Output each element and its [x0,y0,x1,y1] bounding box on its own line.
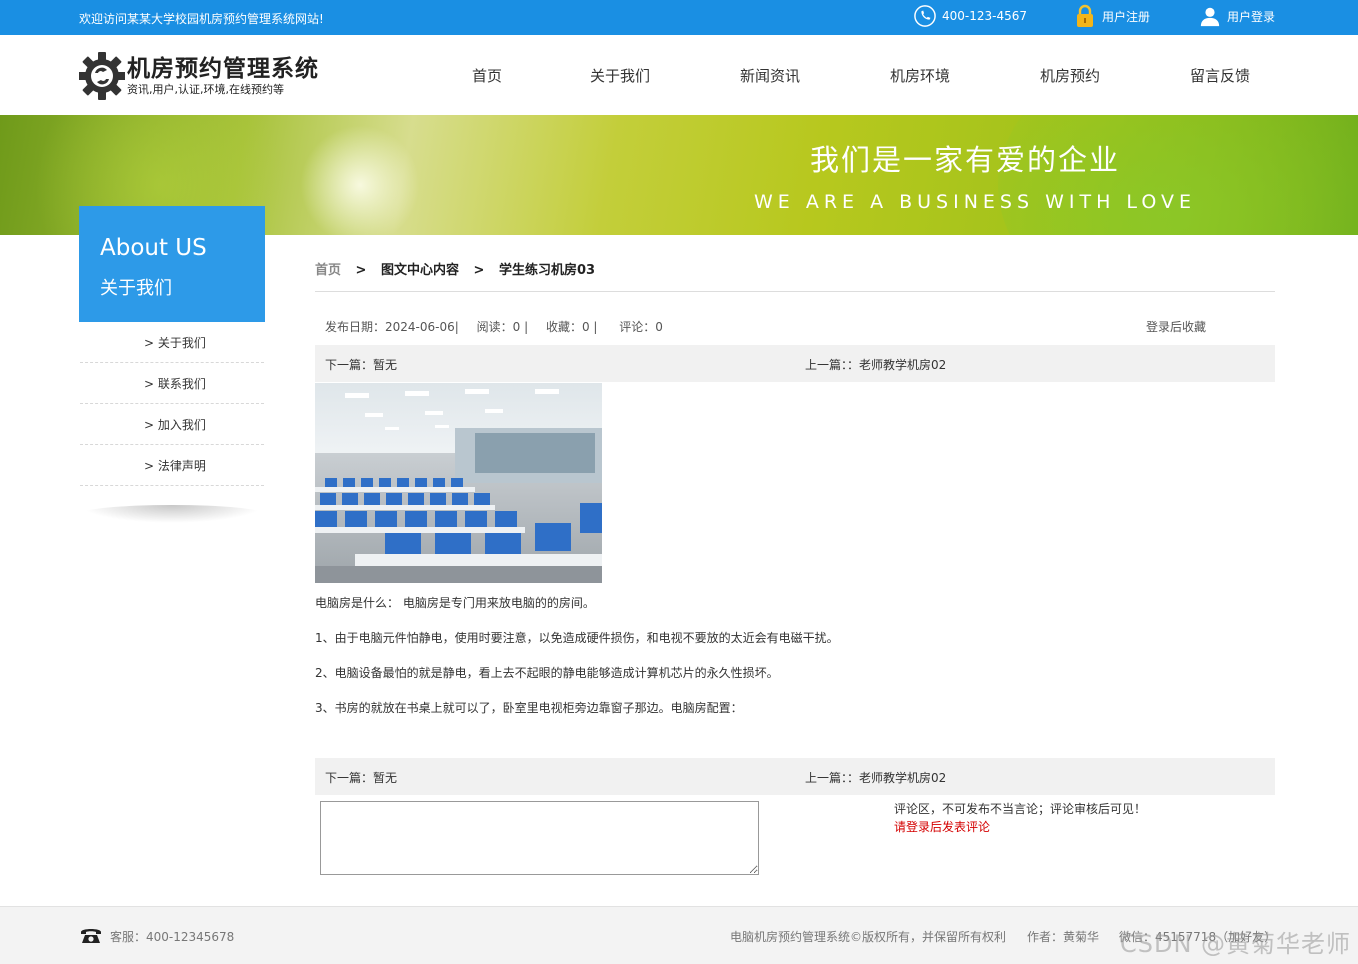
prev-article-link[interactable]: 上一篇：：老师教学机房02 [805,769,946,786]
breadcrumb-separator: > [473,263,485,278]
breadcrumb-current: 学生练习机房03 [498,263,596,278]
article-paragraph: 3、书房的就放在书桌上就可以了，卧室里电视柜旁边靠窗子那边。电脑房配置： [315,701,743,715]
gear-logo-icon [78,51,126,101]
copyright-text: 电脑机房预约管理系统©版权所有，并保留所有权利 [730,930,1007,944]
sidebar-shadow [80,505,264,523]
nav-news[interactable]: 新闻资讯 [740,65,800,86]
phone-number: 400-123-4567 [942,9,1028,23]
nav-home[interactable]: 首页 [472,65,502,86]
nav-reservation[interactable]: 机房预约 [1040,65,1100,86]
comment-count: 评论：0 [619,320,663,334]
sidebar-menu: > 关于我们 > 联系我们 > 加入我们 > 法律声明 [80,322,264,486]
article-pager-top: 下一篇：暂无 上一篇：：老师教学机房02 [315,345,1275,382]
article-paragraph: 2、电脑设备最怕的就是静电，看上去不起眼的静电能够造成计算机芯片的永久性损坏。 [315,666,779,680]
sidebar-title-cn: 关于我们 [100,278,172,299]
banner-slogan-en: WE ARE A BUSINESS WITH LOVE [754,191,1196,213]
register-link[interactable]: 用户注册 [1074,4,1150,27]
article-paragraph: 1、由于电脑元件怕静电，使用时要注意，以免造成硬件损伤，和电视不要放的太近会有电… [315,631,839,645]
view-count: 阅读：0 | [476,320,529,334]
site-logo[interactable]: 机房预约管理系统 资讯,用户,认证,环境,在线预约等 [78,51,319,101]
phone-contact: 400-123-4567 [914,5,1027,27]
article-paragraph: 电脑房是什么： 电脑房是专门用来放电脑的的房间。 [315,596,595,610]
article-image [315,383,602,583]
favorite-count: 收藏：0 | [545,320,598,334]
sidebar-item-join[interactable]: > 加入我们 [80,404,264,445]
breadcrumb-home[interactable]: 首页 [315,263,341,278]
nav-environment[interactable]: 机房环境 [890,65,950,86]
sidebar-header: About US 关于我们 [79,206,265,322]
nav-about[interactable]: 关于我们 [590,65,650,86]
csdn-watermark: CSDN @黄菊华老师 [1120,930,1352,958]
login-label[interactable]: 用户登录 [1227,8,1275,25]
next-article-link[interactable]: 下一篇：暂无 [325,769,397,786]
article-meta: 发布日期：2024-06-06| 阅读：0 | 收藏：0 | 评论：0 [325,318,667,335]
next-article-link[interactable]: 下一篇：暂无 [325,356,397,373]
site-subtitle: 资讯,用户,认证,环境,在线预约等 [127,83,284,96]
phone-icon [914,5,936,27]
customer-service: 客服：400-12345678 [80,926,234,947]
user-icon [1199,5,1221,27]
article-pager-bottom: 下一篇：暂无 上一篇：：老师教学机房02 [315,758,1275,795]
telephone-icon [80,926,102,947]
top-bar: 欢迎访问某某大学校园机房预约管理系统网站! 400-123-4567 用户注册 … [0,0,1358,35]
sidebar-item-contact[interactable]: > 联系我们 [80,363,264,404]
register-label[interactable]: 用户注册 [1102,8,1150,25]
banner-slogan-cn: 我们是一家有爱的企业 [810,143,1121,177]
prev-article-link[interactable]: 上一篇：：老师教学机房02 [805,356,946,373]
author-text: 作者：黄菊华 [1027,930,1100,944]
banner-light [300,125,420,235]
comment-login-link[interactable]: 请登录后发表评论 [894,818,990,835]
breadcrumb-category[interactable]: 图文中心内容 [381,263,459,278]
breadcrumb: 首页 > 图文中心内容 > 学生练习机房03 [315,259,595,278]
welcome-text: 欢迎访问某某大学校园机房预约管理系统网站! [79,12,324,26]
comment-input[interactable] [320,801,759,875]
lock-icon [1074,4,1096,27]
sidebar-item-about[interactable]: > 关于我们 [80,322,264,363]
login-link[interactable]: 用户登录 [1199,5,1275,27]
favorite-button[interactable]: 登录后收藏 [1146,318,1206,335]
breadcrumb-separator: > [355,263,367,278]
sidebar-item-legal[interactable]: > 法律声明 [80,445,264,486]
comment-notice: 评论区，不可发布不当言论；评论审核后可见！ [894,802,1147,816]
service-phone: 客服：400-12345678 [110,930,235,944]
site-title: 机房预约管理系统 [127,56,319,82]
nav-feedback[interactable]: 留言反馈 [1190,65,1250,86]
site-header: 机房预约管理系统 资讯,用户,认证,环境,在线预约等 首页 关于我们 新闻资讯 … [0,35,1358,115]
divider [315,291,1275,292]
sidebar-title-en: About US [100,235,207,261]
publish-date: 发布日期：2024-06-06| [325,320,459,334]
